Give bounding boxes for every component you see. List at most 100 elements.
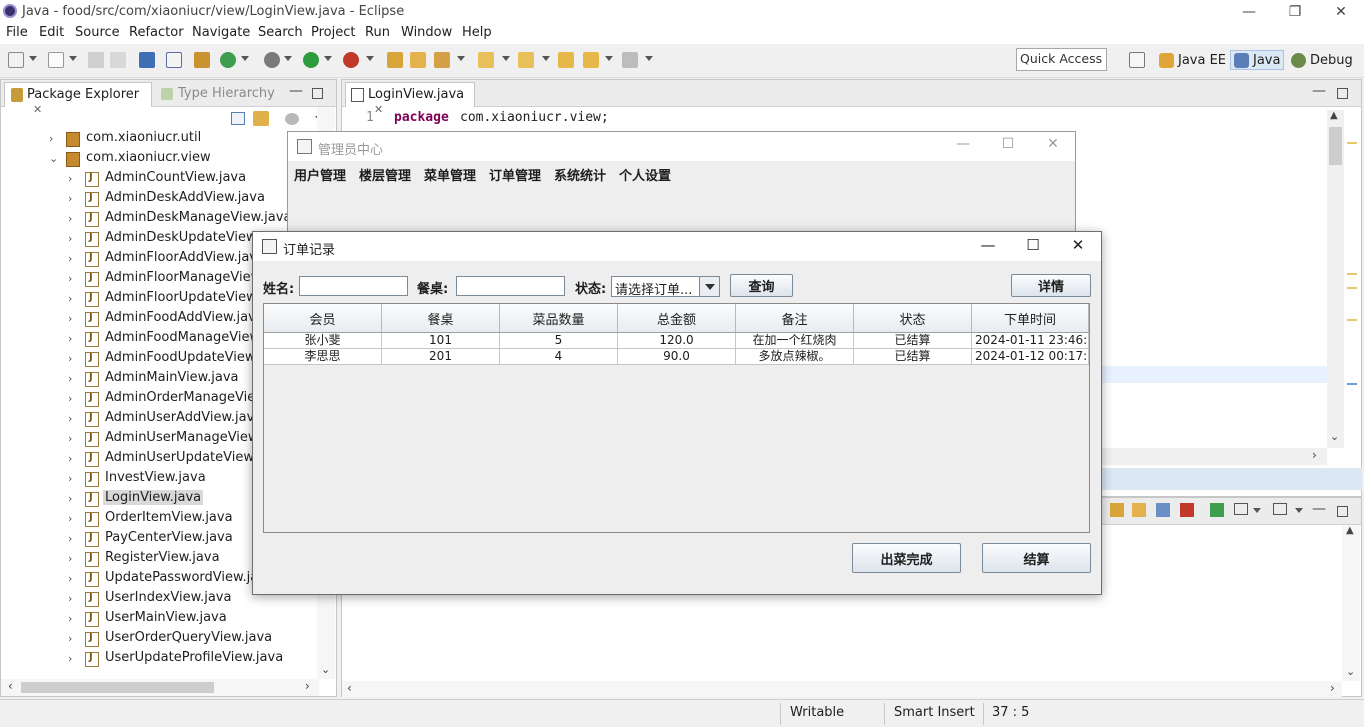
close-icon[interactable]: ✕ [33, 103, 42, 116]
chevron-right-icon[interactable]: › [68, 332, 72, 345]
perspective-java[interactable]: Java [1230, 50, 1285, 70]
chevron-right-icon[interactable]: › [68, 432, 72, 445]
open-folder-icon[interactable] [410, 52, 426, 68]
menu-dish-management[interactable]: 菜单管理 [424, 165, 476, 184]
desk-input[interactable] [456, 276, 565, 296]
chevron-down-icon[interactable] [1253, 508, 1261, 513]
chevron-down-icon[interactable] [366, 56, 374, 61]
chevron-right-icon[interactable]: › [68, 232, 72, 245]
chevron-right-icon[interactable]: › [68, 172, 72, 185]
code-line[interactable]: 1 package com.xiaoniucr.view; [342, 110, 1327, 128]
tree-item[interactable]: › AdminDeskManageView.java [1, 209, 317, 229]
link-editor-icon[interactable] [253, 111, 269, 126]
tree-item[interactable]: › UserUpdateProfileView.java [1, 649, 317, 669]
minimize-view-icon[interactable]: — [289, 83, 303, 99]
chevron-right-icon[interactable]: › [68, 552, 72, 565]
menu-help[interactable]: Help [462, 25, 492, 40]
skip-breakpoints-icon[interactable] [166, 52, 182, 68]
save-all-icon[interactable] [110, 52, 126, 68]
terminal-icon[interactable] [139, 52, 155, 68]
menu-user-management[interactable]: 用户管理 [294, 165, 346, 184]
open-console-icon[interactable] [1273, 503, 1287, 515]
order-maximize-button[interactable]: ☐ [1013, 236, 1053, 256]
chevron-right-icon[interactable]: › [68, 632, 72, 645]
scrollbar-thumb[interactable] [1329, 127, 1342, 165]
menu-file[interactable]: File [6, 25, 28, 40]
chevron-right-icon[interactable]: › [68, 652, 72, 665]
status-select[interactable]: 请选择订单... [611, 276, 720, 298]
tree-item[interactable]: › AdminCountView.java [1, 169, 317, 189]
chevron-up-icon[interactable]: ▲ [1330, 110, 1338, 121]
chevron-right-icon[interactable]: › [68, 572, 72, 585]
chevron-down-icon[interactable] [502, 56, 510, 61]
refresh-icon[interactable] [220, 52, 236, 68]
chevron-down-icon[interactable]: ⌄ [49, 152, 58, 165]
menu-floor-management[interactable]: 楼层管理 [359, 165, 411, 184]
tab-package-explorer[interactable]: Package Explorer ✕ [4, 82, 152, 116]
chevron-down-icon[interactable] [1295, 508, 1303, 513]
minimize-view-icon[interactable]: — [1312, 501, 1326, 517]
editor-vscrollbar[interactable]: ▲ ⌄ [1327, 110, 1344, 448]
admin-close-button[interactable]: ✕ [1033, 136, 1073, 156]
menu-run[interactable]: Run [365, 25, 390, 40]
chevron-down-icon[interactable] [542, 56, 550, 61]
chevron-right-icon[interactable]: › [68, 592, 72, 605]
chevron-up-icon[interactable]: ▲ [1346, 525, 1354, 536]
run-icon[interactable] [303, 52, 319, 68]
chevron-right-icon[interactable]: › [68, 312, 72, 325]
chevron-right-icon[interactable]: › [68, 512, 72, 525]
bottom-view-vscrollbar[interactable]: ▲ ⌄ [1342, 525, 1360, 681]
chevron-down-icon[interactable] [241, 56, 249, 61]
query-button[interactable]: 查询 [730, 274, 793, 297]
admin-maximize-button[interactable]: ☐ [988, 136, 1028, 156]
chevron-right-icon[interactable]: › [68, 412, 72, 425]
chevron-right-icon[interactable]: › [68, 272, 72, 285]
menu-search[interactable]: Search [258, 25, 303, 40]
chevron-right-icon[interactable]: › [49, 132, 53, 145]
next-annotation-icon[interactable] [478, 52, 494, 68]
chevron-right-icon[interactable]: › [68, 392, 72, 405]
chevron-right-icon[interactable]: › [68, 252, 72, 265]
chevron-right-icon[interactable]: › [68, 472, 72, 485]
minimize-view-icon[interactable]: — [1312, 83, 1326, 99]
properties-icon[interactable] [1110, 503, 1124, 517]
admin-minimize-button[interactable]: — [943, 136, 983, 156]
column-header-dish-count[interactable]: 菜品数量 [500, 304, 618, 333]
pin-console-icon[interactable] [1210, 503, 1224, 517]
tree-item[interactable]: › UserOrderQueryView.java [1, 629, 317, 649]
column-header-desk[interactable]: 餐桌 [382, 304, 500, 333]
menu-window[interactable]: Window [401, 25, 452, 40]
column-header-status[interactable]: 状态 [854, 304, 972, 333]
open-perspective-icon[interactable] [1129, 52, 1145, 68]
chevron-right-icon[interactable]: › [1330, 681, 1335, 695]
annotation-marker[interactable] [1347, 383, 1357, 385]
column-header-order-time[interactable]: 下单时间 [972, 304, 1089, 333]
menu-personal-settings[interactable]: 个人设置 [619, 165, 671, 184]
maximize-view-icon[interactable] [312, 88, 323, 99]
column-header-member[interactable]: 会员 [264, 304, 382, 333]
run-external-icon[interactable] [343, 52, 359, 68]
chevron-right-icon[interactable]: › [68, 492, 72, 505]
remove-launch-icon[interactable] [1180, 503, 1194, 517]
chevron-down-icon[interactable] [284, 56, 292, 61]
new-package-icon[interactable] [48, 52, 64, 68]
chevron-right-icon[interactable]: › [1312, 448, 1317, 462]
tree-item[interactable]: › com.xiaoniucr.util [1, 129, 317, 149]
display-console-icon[interactable] [1234, 503, 1248, 515]
chevron-down-icon[interactable]: ⌄ [321, 663, 330, 676]
maximize-button[interactable]: ❐ [1272, 0, 1318, 24]
name-input[interactable] [299, 276, 408, 296]
menu-project[interactable]: Project [311, 25, 355, 40]
filters-icon[interactable] [285, 113, 299, 125]
word-wrap-icon[interactable] [1156, 503, 1170, 517]
collapse-all-icon[interactable] [231, 112, 245, 125]
minimize-button[interactable]: — [1226, 0, 1272, 24]
order-close-button[interactable]: ✕ [1058, 236, 1098, 256]
chevron-left-icon[interactable]: ‹ [347, 681, 352, 695]
build-icon[interactable] [194, 52, 210, 68]
chevron-down-icon[interactable] [457, 56, 465, 61]
perspective-java-ee[interactable]: Java EE [1156, 50, 1229, 70]
chevron-down-icon[interactable] [29, 56, 37, 61]
menu-order-management[interactable]: 订单管理 [489, 165, 541, 184]
last-edit-icon[interactable] [558, 52, 574, 68]
